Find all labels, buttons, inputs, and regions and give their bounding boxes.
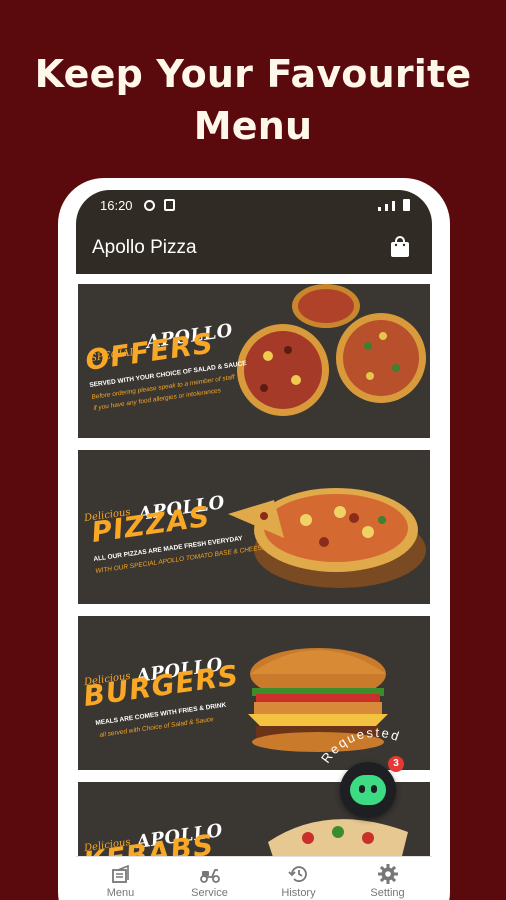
history-icon xyxy=(288,866,307,882)
phone-screen: 16:20 Apollo Pizza SPECIAL APOLLO OFFERS… xyxy=(76,190,432,900)
menu-card-offers[interactable]: SPECIAL APOLLO OFFERS SERVED WITH YOUR C… xyxy=(76,282,432,440)
requested-fab-button[interactable] xyxy=(340,762,396,818)
battery-icon xyxy=(403,199,410,211)
menu-card-pizzas[interactable]: Delicious APOLLO PIZZAS ALL OUR PIZZAS A… xyxy=(76,448,432,606)
status-time: 16:20 xyxy=(100,198,133,213)
app-title: Apollo Pizza xyxy=(92,237,197,258)
scooter-icon xyxy=(200,869,220,883)
signal-icon xyxy=(385,204,388,211)
wifi-icon xyxy=(378,207,381,211)
status-bar: 16:20 xyxy=(76,190,432,220)
vpn-icon xyxy=(144,200,155,211)
nav-item-service[interactable]: Service xyxy=(165,857,254,900)
nav-item-setting[interactable]: Setting xyxy=(343,857,432,900)
bottom-nav: Menu Service History Setting xyxy=(76,856,432,900)
headline-line-2: Menu xyxy=(193,104,313,148)
status-indicators xyxy=(378,199,410,211)
nav-label: Service xyxy=(191,887,228,899)
nav-item-menu[interactable]: Menu xyxy=(76,857,165,900)
nav-label: History xyxy=(281,887,316,899)
requested-count-badge: 3 xyxy=(388,756,404,772)
nav-item-history[interactable]: History xyxy=(254,857,343,900)
promo-headline: Keep Your Favourite Menu xyxy=(0,48,506,152)
app-bar: Apollo Pizza xyxy=(76,220,432,274)
android-robot-icon xyxy=(350,775,386,805)
menu-icon xyxy=(112,864,129,883)
shopping-bag-icon[interactable] xyxy=(390,236,410,258)
notification-icon xyxy=(164,199,175,211)
gear-icon xyxy=(378,864,398,884)
headline-line-1: Keep Your Favourite xyxy=(34,52,472,96)
nav-label: Menu xyxy=(106,887,135,899)
nav-label: Setting xyxy=(370,887,405,899)
